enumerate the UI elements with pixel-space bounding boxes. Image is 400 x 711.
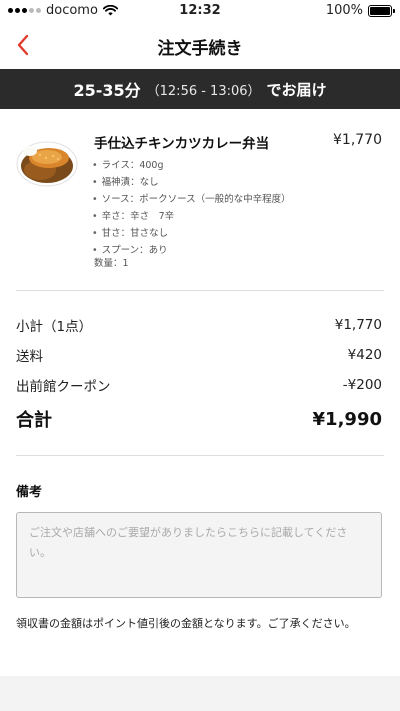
subtotal-label: 小計（1点） [16, 319, 93, 335]
delivery-window: （12:56 - 13:06） [146, 83, 261, 99]
shipping-label: 送料 [16, 349, 43, 365]
shipping-row: 送料 ¥420 [16, 345, 382, 365]
option-rice: ライス：400g [92, 157, 291, 174]
shipping-value: ¥420 [347, 347, 382, 363]
item-quantity: 数量：1 [94, 258, 129, 269]
coupon-label: 出前館クーポン [16, 379, 111, 395]
coupon-row: 出前館クーポン -¥200 [16, 375, 382, 395]
divider [16, 455, 384, 456]
footer-band [0, 676, 400, 711]
delivery-suffix: でお届け [266, 80, 327, 99]
item-price: ¥1,770 [333, 132, 382, 148]
status-bar: docomo 12:32 100% [0, 0, 400, 22]
option-pickles: 福神漬：なし [92, 174, 291, 191]
subtotal-value: ¥1,770 [334, 317, 382, 333]
option-spiciness: 辛さ：辛さ 7辛 [92, 208, 291, 225]
page-title: 注文手続き [157, 39, 243, 59]
battery-icon [368, 4, 395, 17]
item-thumbnail [16, 141, 78, 187]
coupon-value: -¥200 [342, 377, 382, 393]
total-value: ¥1,990 [312, 408, 382, 430]
item-name: 手仕込チキンカツカレー弁当 [94, 136, 270, 152]
delivery-time-banner: 25-35分 （12:56 - 13:06） でお届け [0, 69, 400, 109]
receipt-note: 領収書の金額はポイント値引後の金額となります。ご了承ください。 [16, 617, 356, 630]
total-label: 合計 [16, 410, 52, 431]
option-sweetness: 甘さ：甘さなし [92, 225, 291, 242]
total-row: 合計 ¥1,990 [16, 406, 382, 432]
order-item: 手仕込チキンカツカレー弁当 ¥1,770 ライス：400g 福神漬：なし ソース… [0, 110, 400, 290]
divider [16, 290, 384, 291]
subtotal-row: 小計（1点） ¥1,770 [16, 315, 382, 335]
item-options: ライス：400g 福神漬：なし ソース：ポークソース（一般的な中辛程度） 辛さ：… [92, 157, 291, 259]
nav-bar: 注文手続き [0, 22, 400, 68]
remarks-title: 備考 [16, 485, 43, 500]
option-sauce: ソース：ポークソース（一般的な中辛程度） [92, 191, 291, 208]
battery-percent: 100% [325, 3, 363, 18]
status-right: 100% [325, 3, 395, 18]
delivery-range: 25-35分 [73, 81, 141, 100]
remarks-input[interactable] [16, 512, 382, 598]
